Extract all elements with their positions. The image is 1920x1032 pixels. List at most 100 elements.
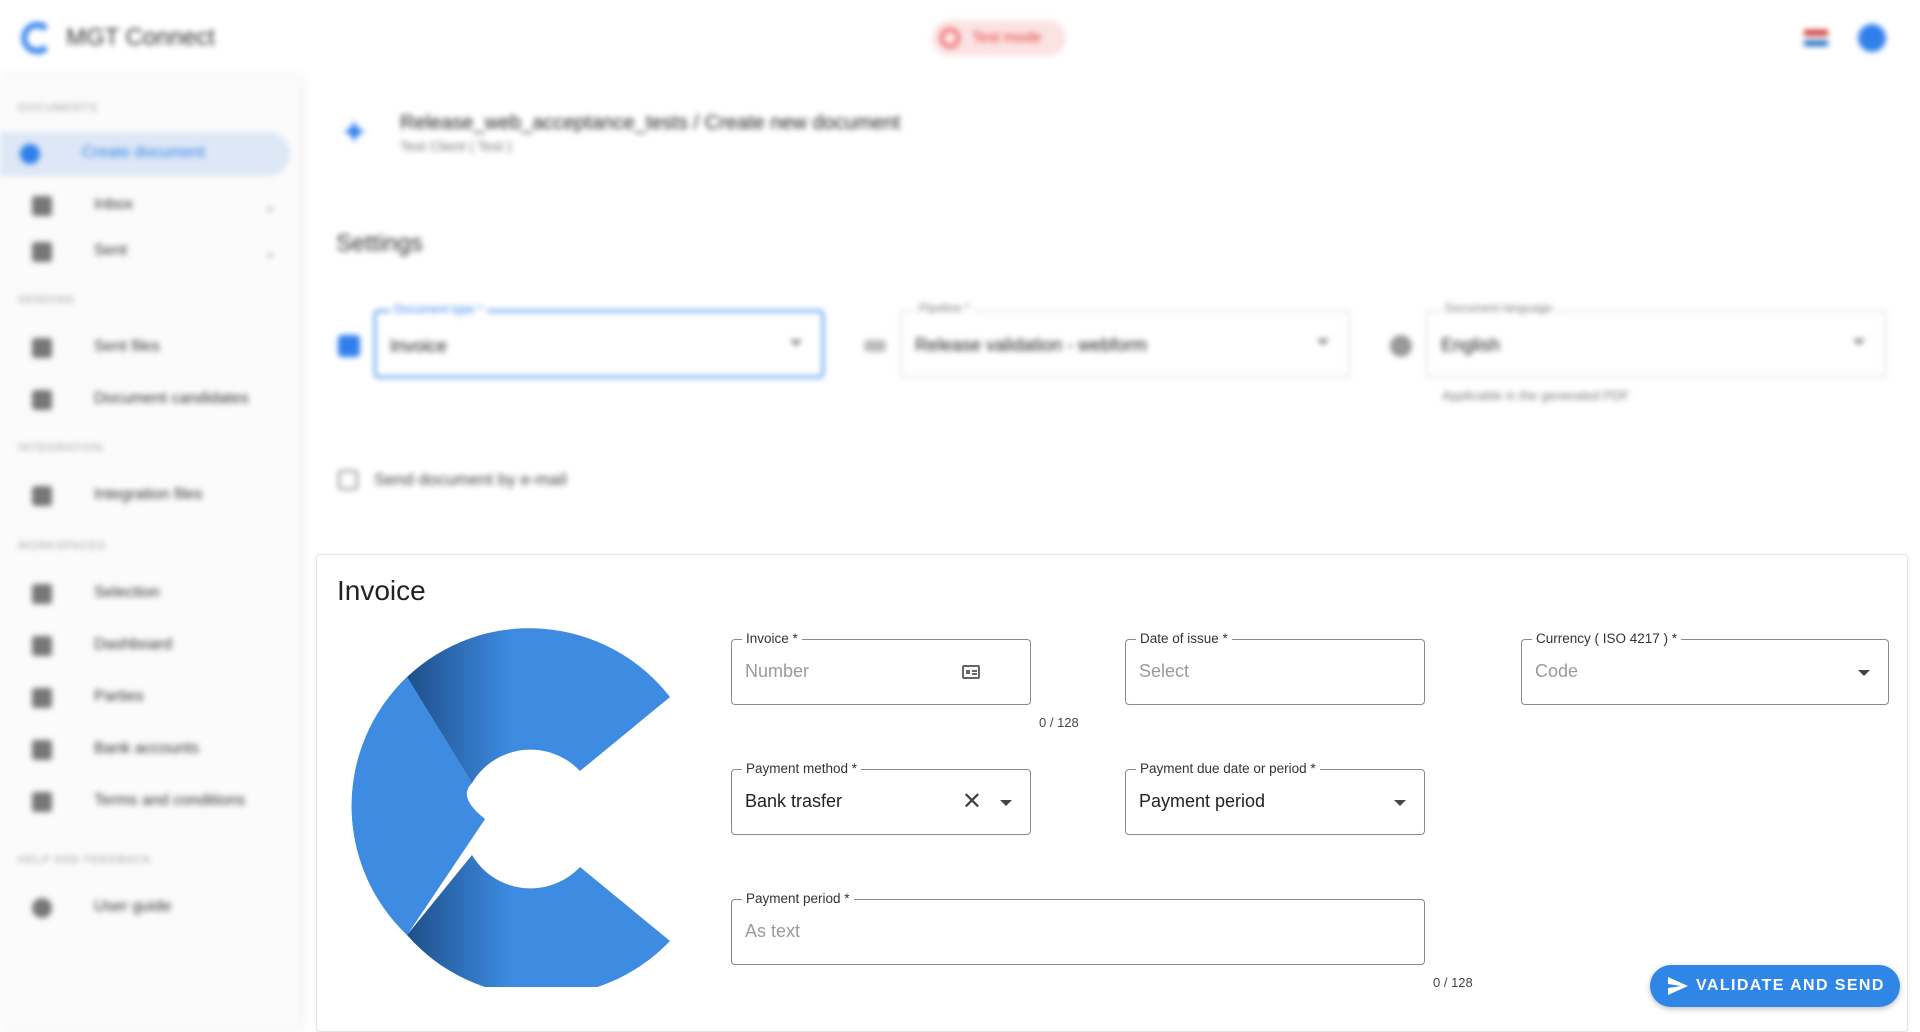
sidebar-item-integration-files[interactable]: Integration files [12, 474, 290, 518]
currency-placeholder: Code [1535, 661, 1579, 681]
sidebar-item-label: Inbox [94, 196, 134, 213]
document-language-select[interactable]: Document language English [1426, 301, 1886, 378]
sidebar-item-label: Parties [94, 688, 144, 705]
invoice-number-label: Invoice * [742, 631, 802, 646]
dropdown-arrow-icon [790, 340, 802, 346]
payment-due-select[interactable]: Payment due date or period * Payment per… [1125, 761, 1425, 835]
app-logo [21, 22, 48, 54]
dropdown-arrow-icon[interactable] [1858, 670, 1870, 676]
sidebar-section-integration: INTEGRATION [18, 442, 104, 454]
breadcrumb-subtitle: Test Client ( Test ) [400, 138, 512, 154]
sidebar-item-label: Create document [82, 144, 205, 161]
document-language-value: English [1441, 335, 1501, 355]
dropdown-arrow-icon [1853, 339, 1865, 345]
documents-icon [32, 390, 52, 410]
payment-period-label: Payment period * [742, 891, 854, 906]
pin-icon [32, 584, 52, 604]
document-language-label: Document language [1441, 301, 1557, 315]
sidebar-item-label: Document candidates [94, 390, 249, 407]
sidebar-item-selection[interactable]: Selection [12, 572, 290, 616]
sidebar-item-sent[interactable]: Sent ⌄ [12, 230, 290, 274]
date-of-issue-placeholder: Select [1139, 661, 1190, 681]
clear-icon[interactable]: ✕ [962, 790, 982, 814]
sidebar-item-label: Bank accounts [94, 740, 199, 757]
sidebar-item-sent-files[interactable]: Sent files [12, 326, 290, 370]
payment-due-value: Payment period [1139, 791, 1266, 811]
sparkle-icon: ✦ [340, 114, 369, 152]
sidebar-item-dashboard[interactable]: Dashboard [12, 624, 290, 668]
invoice-number-counter: 0 / 128 [1039, 715, 1079, 730]
dropdown-arrow-icon [1317, 339, 1329, 345]
payment-due-label: Payment due date or period * [1136, 761, 1320, 776]
file-icon [32, 338, 52, 358]
user-avatar[interactable] [1858, 24, 1886, 52]
app-title: MGT Connect [66, 24, 215, 51]
sidebar-item-label: Terms and conditions [94, 792, 246, 809]
breadcrumb: Release_web_acceptance_tests / Create ne… [400, 112, 901, 134]
send-icon [1668, 977, 1688, 995]
sidebar-section-workspaces: WORKSPACES [18, 540, 107, 552]
currency-label: Currency ( ISO 4217 ) * [1532, 631, 1682, 646]
sidebar-item-label: Sent files [94, 338, 160, 355]
invoice-number-field[interactable]: Invoice * Number [731, 631, 1031, 705]
sidebar-item-parties[interactable]: Parties [12, 676, 290, 720]
dropdown-arrow-icon[interactable] [1394, 800, 1406, 806]
company-logo-icon [351, 628, 670, 987]
document-type-label: Document type * [390, 302, 487, 316]
sidebar-item-bank-accounts[interactable]: Bank accounts [12, 728, 290, 772]
settings-title: Settings [336, 230, 423, 257]
top-bar: MGT Connect Test mode [0, 0, 1920, 76]
currency-select[interactable]: Currency ( ISO 4217 ) * Code [1521, 631, 1889, 705]
validate-and-send-button[interactable]: VALIDATE AND SEND [1650, 965, 1900, 1007]
invoice-title: Invoice [337, 575, 426, 606]
sidebar-section-sending: SENDING [18, 294, 76, 306]
sidebar-item-document-candidates[interactable]: Document candidates [12, 378, 290, 422]
document-type-select[interactable]: Document type * Invoice [374, 302, 824, 378]
sidebar-item-inbox[interactable]: Inbox ⌄ [12, 184, 290, 228]
pipeline-select[interactable]: Pipeline * Release validation - webform [900, 301, 1350, 378]
sidebar-item-user-guide[interactable]: User guide [12, 886, 290, 930]
payment-method-value: Bank trasfer [745, 791, 843, 811]
gavel-icon [32, 792, 52, 812]
sidebar-item-label: User guide [94, 898, 172, 915]
test-mode-badge: Test mode [932, 20, 1066, 56]
send-email-checkbox[interactable] [338, 470, 358, 490]
send-email-label: Send document by e-mail [374, 470, 567, 489]
validate-and-send-label: VALIDATE AND SEND [1696, 977, 1885, 994]
plus-icon [20, 144, 40, 164]
sidebar: DOCUMENTS Create document Inbox ⌄ Sent ⌄… [0, 76, 300, 1030]
document-language-hint: Applicable in the generated PDF [1442, 388, 1630, 403]
bank-icon [32, 740, 52, 760]
sidebar-section-help: HELP AND FEEDBACK [18, 854, 152, 866]
date-of-issue-field[interactable]: Date of issue * Select [1125, 631, 1425, 705]
people-icon [32, 688, 52, 708]
id-card-icon[interactable] [962, 665, 980, 679]
dashboard-icon [32, 636, 52, 656]
pipeline-icon [864, 340, 886, 352]
sidebar-item-create-document[interactable]: Create document [0, 132, 290, 176]
payment-period-placeholder: As text [745, 921, 801, 941]
chevron-down-icon: ⌄ [264, 244, 276, 260]
pipeline-value: Release validation - webform [915, 335, 1148, 355]
invoice-card: Invoice Invoice * Number 0 / 128 Date of… [316, 554, 1908, 1032]
date-of-issue-label: Date of issue * [1136, 631, 1232, 646]
help-icon [32, 898, 52, 918]
chevron-down-icon: ⌄ [264, 198, 276, 214]
payment-method-label: Payment method * [742, 761, 862, 776]
payment-period-field[interactable]: Payment period * As text [731, 891, 1425, 965]
payment-method-select[interactable]: Payment method * Bank trasfer ✕ [731, 761, 1031, 835]
inbox-icon [32, 196, 52, 216]
document-type-value: Invoice [390, 336, 448, 356]
dropdown-arrow-icon[interactable] [1000, 800, 1012, 806]
sidebar-section-documents: DOCUMENTS [18, 102, 98, 114]
sidebar-item-terms[interactable]: Terms and conditions [12, 780, 290, 824]
test-mode-label: Test mode [972, 29, 1042, 46]
sidebar-item-label: Selection [94, 584, 160, 601]
alert-icon [940, 28, 960, 48]
language-flag-icon[interactable] [1804, 30, 1828, 46]
document-icon [338, 335, 360, 357]
invoice-number-placeholder: Number [745, 661, 810, 681]
payment-period-counter: 0 / 128 [1433, 975, 1473, 990]
sidebar-item-label: Sent [94, 242, 127, 259]
folder-icon [32, 486, 52, 506]
